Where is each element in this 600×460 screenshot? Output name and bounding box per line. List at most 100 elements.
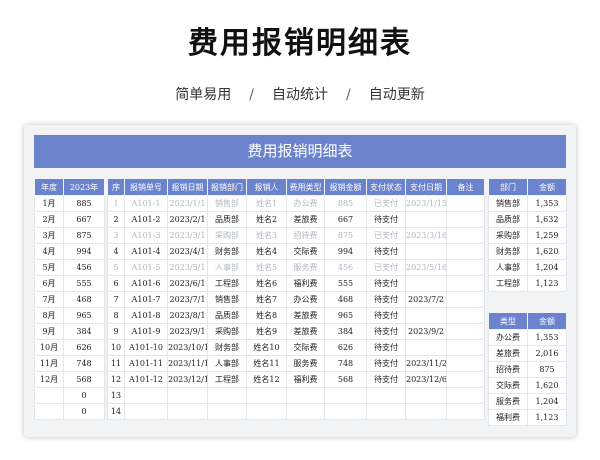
table-cell: 姓名7 [246, 291, 287, 308]
table-cell [446, 323, 485, 340]
table-cell: 568 [324, 371, 367, 388]
table-header-row: 序报销单号 报销日期 报销部门 报销人 费用类型 报销金额 支付状态 支付日期 备注 [107, 178, 485, 196]
table-cell: A101-4 [124, 243, 168, 260]
table-cell [446, 371, 485, 388]
table-cell: 885 [63, 195, 105, 212]
table-cell: 1,353 [527, 195, 567, 212]
table-cell: A101-1 [124, 195, 168, 212]
table-cell: 667 [324, 211, 367, 228]
table-cell: 456 [63, 259, 105, 276]
table-cell: 2023/11/2 [405, 355, 447, 372]
table-cell: 工程部 [207, 371, 247, 388]
table-cell: 6 [107, 275, 125, 292]
table-row: 6月 555 [34, 275, 105, 292]
table-cell [324, 403, 367, 420]
table-row: 采购部 1,259 [488, 227, 567, 244]
table-cell: 8 [107, 307, 125, 324]
table-row: 0 [34, 403, 105, 420]
column-header: 部门 [488, 178, 528, 196]
table-cell: 994 [324, 243, 367, 260]
table-row: 8 A101-8 2023/8/1 品质部 姓名8 差旅费 965 待支付 [107, 307, 485, 324]
table-row: 5月 456 [34, 259, 105, 276]
table-cell: 2023/12/1 [167, 371, 208, 388]
table-cell: 姓名8 [246, 307, 287, 324]
table-cell: 服务费 [286, 259, 325, 276]
table-cell [124, 387, 168, 404]
feature-auto-update: 自动更新 [368, 87, 425, 103]
table-row: 5 A101-5 2023/5/1 人事部 姓名5 服务费 456 已支付 2023/5/16 [107, 259, 485, 276]
table-cell: 9 [107, 323, 125, 340]
table-cell: 1,204 [527, 393, 567, 410]
table-cell: 965 [63, 307, 105, 324]
table-cell: 交际费 [286, 243, 325, 260]
table-cell [446, 339, 485, 356]
table-cell: 2,016 [527, 345, 567, 362]
table-cell: 748 [63, 355, 105, 372]
table-cell: 384 [63, 323, 105, 340]
table-cell: 财务部 [207, 243, 247, 260]
table-cell: 1,620 [527, 243, 567, 260]
table-cell: 销售部 [207, 195, 247, 212]
table-cell [366, 387, 406, 404]
table-cell: 人事部 [488, 259, 528, 276]
table-cell: 555 [324, 275, 367, 292]
table-cell: 2023/11/1 [167, 355, 208, 372]
table-cell: 待支付 [366, 275, 406, 292]
table-cell: 2月 [34, 211, 64, 228]
table-cell [324, 387, 367, 404]
table-cell: 2023/9/1 [167, 323, 208, 340]
table-cell: 11 [107, 355, 125, 372]
column-header: 报销日期 [167, 178, 208, 196]
table-row: 2月 667 [34, 211, 105, 228]
table-row: 11 A101-11 2023/11/1 人事部 姓名11 服务费 748 待支付 2023/1… [107, 355, 485, 372]
table-cell: 1,204 [527, 259, 567, 276]
table-cell: 568 [63, 371, 105, 388]
table-cell: 2023/3/1 [167, 227, 208, 244]
table-row: 财务部 1,620 [488, 243, 567, 260]
table-cell: 1,259 [527, 227, 567, 244]
table-row: 办公费 1,353 [488, 329, 567, 346]
column-header: 2023年 [63, 178, 105, 196]
table-cell: 采购部 [488, 227, 528, 244]
table-cell [207, 387, 247, 404]
table-row: 3月 875 [34, 227, 105, 244]
table-cell [405, 243, 447, 260]
table-cell: 4月 [34, 243, 64, 260]
table-cell [405, 403, 447, 420]
table-cell: 885 [324, 195, 367, 212]
table-cell [446, 227, 485, 244]
table-cell: 5 [107, 259, 125, 276]
table-cell: 555 [63, 275, 105, 292]
table-cell: 已支付 [366, 195, 406, 212]
table-cell: 差旅费 [286, 211, 325, 228]
table-cell: 3 [107, 227, 125, 244]
column-header: 备注 [446, 178, 485, 196]
table-cell: 服务费 [488, 393, 528, 410]
table-cell: 6月 [34, 275, 64, 292]
table-cell: 服务费 [286, 355, 325, 372]
table-cell: 1月 [34, 195, 64, 212]
table-cell: 1 [107, 195, 125, 212]
table-cell: 姓名9 [246, 323, 287, 340]
table-cell: 办公费 [286, 291, 325, 308]
table-row: 10月 626 [34, 339, 105, 356]
table-row: 服务费 1,204 [488, 393, 567, 410]
table-cell: 12月 [34, 371, 64, 388]
table-cell: 468 [324, 291, 367, 308]
table-cell: 626 [324, 339, 367, 356]
table-cell: 2023/1/15 [405, 195, 447, 212]
feature-easy: 简单易用 [175, 87, 232, 103]
column-header: 类型 [488, 312, 528, 330]
separator: / [249, 87, 254, 103]
column-header: 报销单号 [124, 178, 168, 196]
table-cell: 0 [63, 403, 105, 420]
table-cell: 965 [324, 307, 367, 324]
table-cell [34, 387, 64, 404]
table-row: 4月 994 [34, 243, 105, 260]
table-cell: 待支付 [366, 323, 406, 340]
table-cell [446, 259, 485, 276]
table-row: 11月 748 [34, 355, 105, 372]
table-cell: 384 [324, 323, 367, 340]
table-cell: 2023/6/1 [167, 275, 208, 292]
table-cell: 姓名6 [246, 275, 287, 292]
